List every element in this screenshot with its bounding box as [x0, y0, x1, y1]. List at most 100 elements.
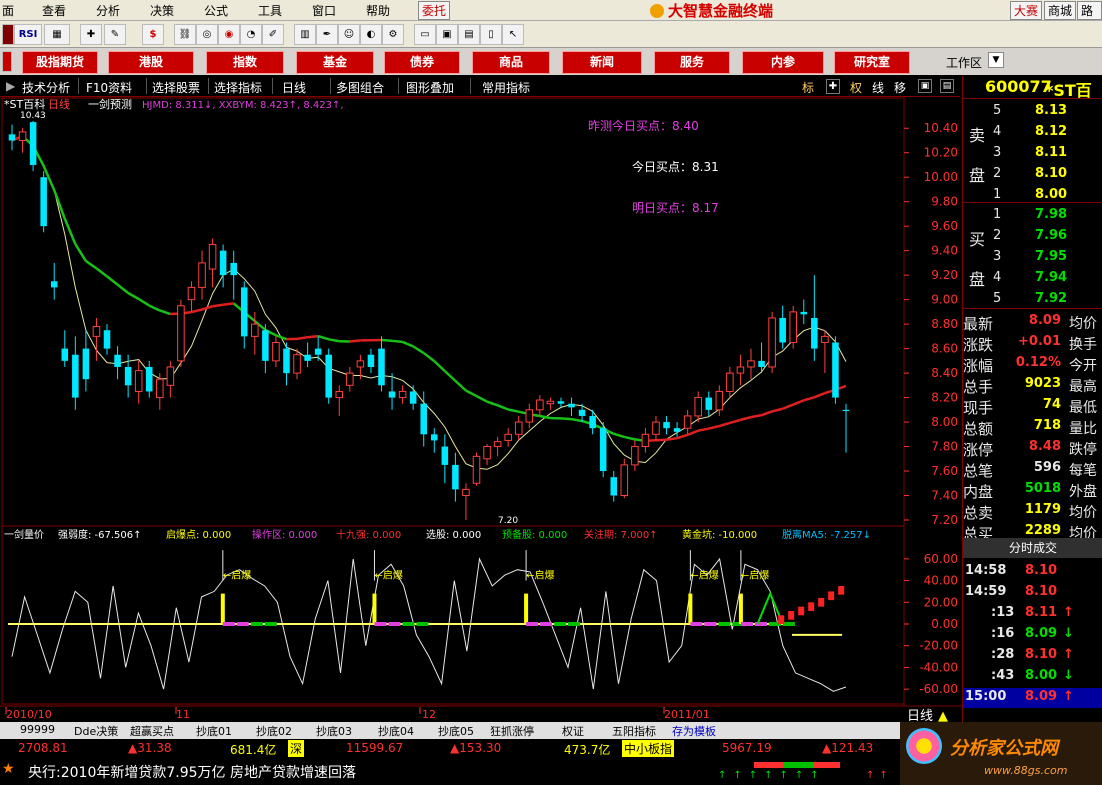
multi-chart-tab[interactable]: 多图组合: [336, 79, 384, 96]
menu-item-decision[interactable]: 决策: [150, 2, 174, 19]
move-button[interactable]: 移: [894, 79, 906, 96]
contest-button[interactable]: 大赛: [1010, 1, 1043, 20]
menu-item-view[interactable]: 查看: [42, 2, 66, 19]
period-indicator[interactable]: 日线: [907, 709, 933, 722]
cursor-icon[interactable]: ↖: [502, 24, 524, 45]
bottom-tab[interactable]: Dde决策: [74, 723, 118, 739]
dollar-icon[interactable]: $: [142, 24, 164, 45]
order-level: 5: [993, 103, 1002, 118]
pie-icon[interactable]: ◔: [240, 24, 262, 45]
eye-icon[interactable]: ◐: [360, 24, 382, 45]
bottom-tab[interactable]: 抄底01: [196, 723, 232, 739]
mark-button[interactable]: 标: [802, 79, 814, 96]
tick-row: 15:00 8.09 ↑: [963, 688, 1102, 708]
ctool-arrow-icon: ▶: [6, 79, 16, 93]
workspace-dropdown-icon[interactable]: ▼: [988, 52, 1004, 68]
pen-icon[interactable]: ✒: [316, 24, 338, 45]
nav-bond[interactable]: 债券: [384, 51, 460, 74]
bottom-tab[interactable]: 抄底02: [256, 723, 292, 739]
workspace-label[interactable]: 工作区: [946, 54, 982, 71]
bottom-tab[interactable]: 抄底05: [438, 723, 474, 739]
rights-button[interactable]: 权: [850, 79, 862, 96]
order-level: 4: [993, 270, 1002, 285]
bottom-tab[interactable]: 狂抓涨停: [490, 723, 534, 739]
sub-legend-item: 操作区: 0.000: [252, 528, 317, 541]
gear-icon[interactable]: ⚙: [382, 24, 404, 45]
nav-fund[interactable]: 基金: [296, 51, 374, 74]
news-headline[interactable]: 央行:2010年新增贷款7.95万亿 房地产贷款增速回落: [28, 762, 356, 782]
nav-index[interactable]: 指数: [206, 51, 284, 74]
menu-item-help[interactable]: 帮助: [366, 2, 390, 19]
overlay-tab[interactable]: 图形叠加: [406, 79, 454, 96]
bottom-tabs: 99999 Dde决策 超赢买点 抄底01 抄底02 抄底03 抄底04 抄底05 狂抓涨停 权证…: [0, 722, 905, 739]
news-ticker[interactable]: ★ 央行:2010年新增贷款7.95万亿 房地产贷款增速回落 ↑↑↑↑↑↑↑ ↑…: [0, 758, 905, 785]
candle-body: [314, 348, 322, 355]
bottom-tab[interactable]: 存为模板: [672, 723, 716, 739]
zone-marker: [554, 622, 567, 626]
nav-service[interactable]: 服务: [654, 51, 730, 74]
sell-row: 5 8.13: [963, 102, 1102, 122]
line-button[interactable]: 线: [872, 79, 884, 96]
tech-analysis-tab[interactable]: 技术分析: [22, 79, 70, 96]
roadshow-button[interactable]: 路演: [1077, 1, 1102, 35]
bars-icon[interactable]: ▥: [294, 24, 316, 45]
paint-icon[interactable]: ✐: [262, 24, 284, 45]
nav-hk-stocks[interactable]: 港股: [108, 51, 194, 74]
tick-price: 8.09: [1025, 626, 1058, 641]
rsi-button[interactable]: RSI: [14, 24, 42, 45]
binoculars-icon[interactable]: ◎: [196, 24, 218, 45]
select-indicator-tab[interactable]: 选择指标: [214, 79, 262, 96]
ruler-icon[interactable]: ✎: [104, 24, 126, 45]
arrow-up-icons: ↑↑: [866, 770, 893, 781]
sz-label[interactable]: 深: [288, 740, 305, 757]
menu-item-analysis[interactable]: 分析: [96, 2, 120, 19]
grid-icon[interactable]: ▦: [44, 24, 70, 45]
restore-icon[interactable]: ▤: [940, 79, 954, 93]
nav-research[interactable]: 研究室: [834, 51, 910, 74]
nav-internal[interactable]: 内参: [742, 51, 824, 74]
crosshair-toggle-icon[interactable]: ✚: [826, 79, 840, 94]
layout-icon[interactable]: ▣: [436, 24, 458, 45]
nav-index-futures[interactable]: 股指期货: [22, 51, 98, 74]
window-icon[interactable]: ▭: [414, 24, 436, 45]
breadth-down: [784, 762, 814, 768]
menu-item-tools[interactable]: 工具: [258, 2, 282, 19]
sme-label[interactable]: 中小板指: [622, 740, 675, 757]
ma-long-segment: [718, 421, 731, 428]
menu-item-page[interactable]: 面: [2, 2, 14, 19]
entrust-button[interactable]: 委托: [418, 1, 451, 20]
stat-value: 8.09: [1028, 313, 1061, 328]
bottom-tab[interactable]: 超赢买点: [130, 723, 174, 739]
menu-item-formula[interactable]: 公式: [204, 2, 228, 19]
nav-news[interactable]: 新闻: [562, 51, 642, 74]
bottom-tab[interactable]: 99999: [20, 723, 55, 736]
menu-item-window[interactable]: 窗口: [312, 2, 336, 19]
chart-icon[interactable]: ◉: [218, 24, 240, 45]
toolbar: RSI ▦ ✚ ✎ $ ⛓ ◎ ◉ ◔ ✐ ▥ ✒ ☺ ◐ ⚙ ▭ ▣ ▤ ▯ …: [0, 21, 1102, 48]
select-stock-tab[interactable]: 选择股票: [152, 79, 200, 96]
chain-icon[interactable]: ⛓: [174, 24, 196, 45]
ma-long-segment: [803, 396, 815, 402]
ma-long-segment: [412, 345, 425, 355]
bottom-tab[interactable]: 抄底04: [378, 723, 414, 739]
bottom-tab[interactable]: 权证: [562, 723, 584, 739]
bottom-tab[interactable]: 抄底03: [316, 723, 352, 739]
trash-icon[interactable]: ▯: [480, 24, 502, 45]
y-tick-label: 8.40: [931, 366, 958, 380]
annotation-yesterday-buy: 昨测今日买点：8.40: [588, 118, 699, 133]
candle-body: [251, 323, 259, 337]
common-indicator-tab[interactable]: 常用指标: [482, 79, 530, 96]
crosshair-icon[interactable]: ✚: [80, 24, 102, 45]
maximize-icon[interactable]: ▣: [918, 79, 932, 93]
nav-commodity[interactable]: 商品: [472, 51, 550, 74]
period-tab[interactable]: 日线: [282, 79, 306, 96]
books-icon[interactable]: ▤: [458, 24, 480, 45]
mall-button[interactable]: 商城: [1044, 1, 1077, 20]
triangle-up-icon[interactable]: ▲: [938, 709, 948, 722]
divider: [398, 78, 399, 94]
candle-body: [811, 318, 818, 349]
bottom-tab[interactable]: 五阳指标: [612, 723, 656, 739]
f10-tab[interactable]: F10资料: [86, 79, 132, 96]
chart-area[interactable]: *ST百科 日线 一剑预测 HJMD: 8.311↓, XXBYM: 8.423…: [0, 96, 962, 722]
people-icon[interactable]: ☺: [338, 24, 360, 45]
